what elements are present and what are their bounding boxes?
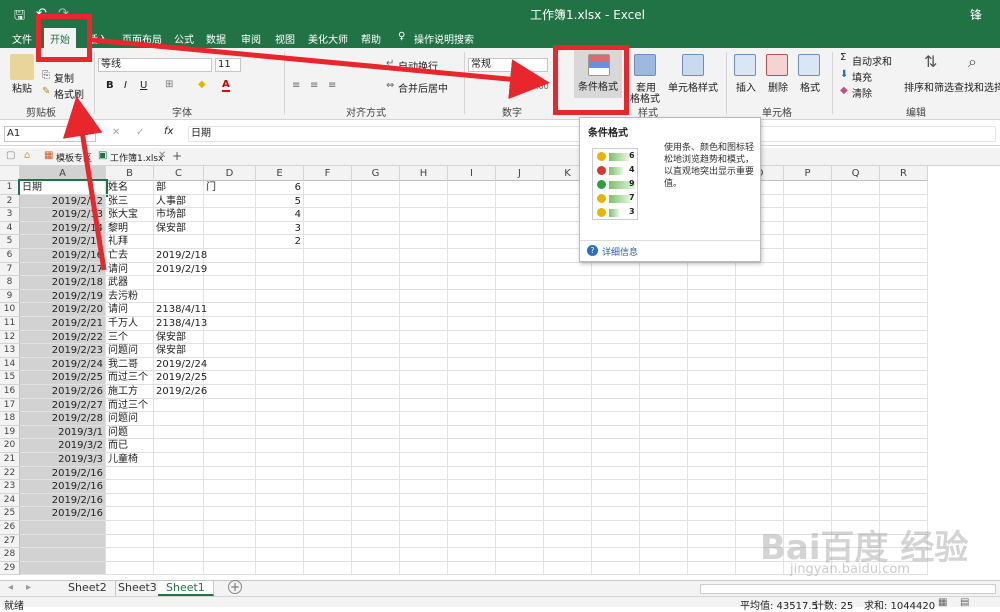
arrow-to-clipboard <box>62 96 107 271</box>
arrow-to-conditional-format <box>91 37 550 100</box>
annotation-arrows <box>62 37 550 271</box>
